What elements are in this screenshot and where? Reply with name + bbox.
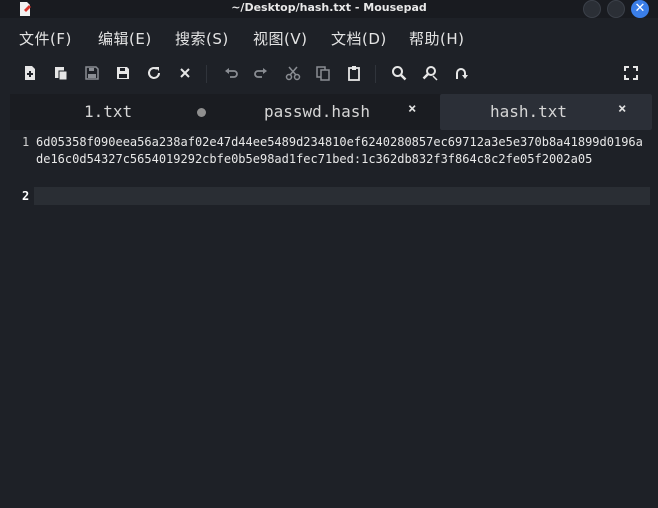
find-replace-icon[interactable]	[420, 63, 440, 83]
copy-icon[interactable]	[313, 63, 333, 83]
toolbar-separator	[375, 65, 376, 83]
current-line-highlight	[34, 187, 650, 205]
save-icon[interactable]	[82, 63, 102, 83]
new-window-icon[interactable]	[51, 63, 71, 83]
modified-indicator-icon	[197, 108, 206, 117]
redo-icon[interactable]	[251, 63, 271, 83]
window-title: ~/Desktop/hash.txt - Mousepad	[231, 1, 427, 14]
close-window-button[interactable]: ✕	[631, 0, 649, 18]
line-number-current: 2	[22, 189, 30, 203]
save-as-icon[interactable]	[113, 63, 133, 83]
tab-passwd-hash[interactable]: passwd.hash ×	[222, 94, 436, 130]
reload-icon[interactable]	[144, 63, 164, 83]
menu-bar: 文件(F) 编辑(E) 搜索(S) 视图(V) 文档(D) 帮助(H)	[0, 22, 658, 52]
maximize-button[interactable]	[607, 0, 625, 18]
tab-label: 1.txt	[84, 102, 133, 121]
line-number: 1	[22, 135, 30, 149]
line-1-text[interactable]: 6d05358f090eea56a238af02e47d44ee5489d234…	[36, 134, 648, 168]
tab-bar: 1.txt passwd.hash × hash.txt ×	[10, 94, 652, 130]
cut-icon[interactable]	[283, 63, 303, 83]
close-document-icon[interactable]	[175, 63, 195, 83]
menu-file[interactable]: 文件(F)	[19, 28, 72, 49]
close-icon: ✕	[634, 1, 646, 16]
new-document-icon[interactable]	[20, 63, 40, 83]
menu-view[interactable]: 视图(V)	[253, 28, 307, 49]
tab-1-txt[interactable]: 1.txt	[10, 94, 222, 130]
tab-label: hash.txt	[490, 102, 568, 121]
menu-search[interactable]: 搜索(S)	[175, 28, 229, 49]
tab-hash-txt[interactable]: hash.txt ×	[440, 94, 652, 130]
undo-icon[interactable]	[221, 63, 241, 83]
search-icon[interactable]	[389, 63, 409, 83]
menu-edit[interactable]: 编辑(E)	[98, 28, 152, 49]
menu-document[interactable]: 文档(D)	[331, 28, 387, 49]
tab-close-icon[interactable]: ×	[618, 101, 626, 117]
title-bar: ~/Desktop/hash.txt - Mousepad ✕	[0, 0, 658, 18]
paste-icon[interactable]	[344, 63, 364, 83]
menu-help[interactable]: 帮助(H)	[409, 28, 464, 49]
minimize-button[interactable]	[583, 0, 601, 18]
tab-label: passwd.hash	[264, 102, 370, 121]
fullscreen-icon[interactable]	[621, 63, 641, 83]
text-editor[interactable]: 1 2 6d05358f090eea56a238af02e47d44ee5489…	[12, 132, 650, 500]
toolbar	[0, 56, 658, 90]
tab-close-icon[interactable]: ×	[408, 101, 416, 117]
go-to-line-icon[interactable]	[451, 63, 471, 83]
toolbar-separator	[206, 65, 207, 83]
